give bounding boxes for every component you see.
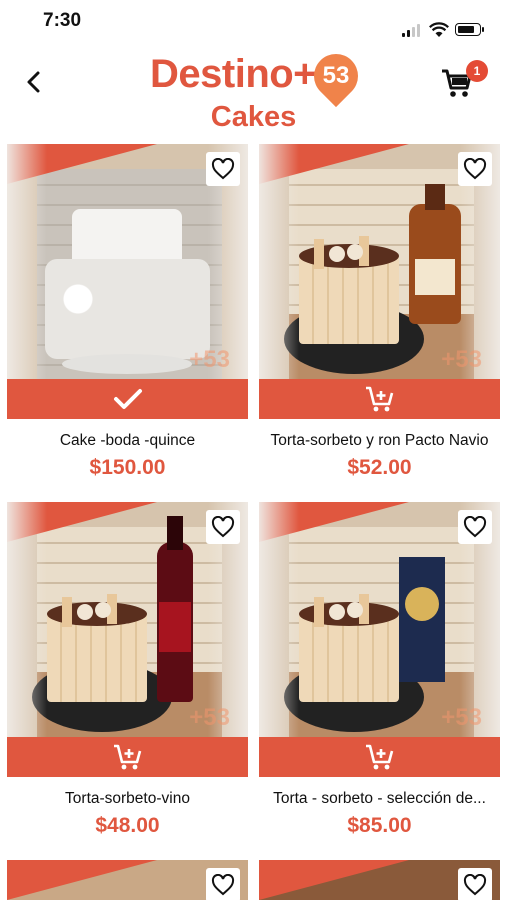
- favorite-heart-button[interactable]: [458, 152, 492, 186]
- category-title: Cakes: [210, 101, 297, 133]
- status-bar: 7:30: [0, 0, 507, 44]
- product-name: Torta-sorbeto-vino: [65, 790, 190, 807]
- heart-icon: [463, 158, 487, 180]
- favorite-heart-button[interactable]: [458, 510, 492, 544]
- check-icon: [113, 389, 142, 409]
- status-time: 7:30: [43, 10, 82, 31]
- add-to-cart-icon: [365, 744, 393, 770]
- product-price: $150.00: [89, 456, 166, 479]
- cellular-signal-icon: [402, 24, 420, 37]
- heart-icon: [211, 158, 235, 180]
- product-price: $48.00: [95, 814, 160, 837]
- product-price: $85.00: [347, 814, 412, 837]
- watermark-logo: +53: [189, 346, 230, 373]
- add-to-cart-icon: [113, 744, 141, 770]
- favorite-heart-button[interactable]: [206, 868, 240, 900]
- product-image[interactable]: +53: [259, 144, 500, 419]
- favorite-heart-button[interactable]: [206, 510, 240, 544]
- product-name: Torta-sorbeto y ron Pacto Navio: [270, 432, 489, 449]
- watermark-logo: +53: [189, 704, 230, 731]
- heart-icon: [211, 516, 235, 538]
- watermark-logo: +53: [441, 704, 482, 731]
- watermark-logo: +53: [441, 346, 482, 373]
- brand-logo: Destino+ 53: [150, 44, 368, 108]
- add-to-cart-button[interactable]: [259, 737, 500, 777]
- heart-icon: [463, 874, 487, 896]
- product-price: $52.00: [347, 456, 412, 479]
- heart-icon: [463, 516, 487, 538]
- product-image[interactable]: [259, 860, 500, 900]
- back-arrow-icon[interactable]: [20, 68, 48, 96]
- in-cart-check-button[interactable]: [7, 379, 248, 419]
- logo-number: 53: [322, 62, 350, 89]
- wifi-icon: [429, 22, 449, 37]
- add-to-cart-icon: [365, 386, 393, 412]
- cart-count-badge: 1: [466, 60, 488, 82]
- product-name: Torta - sorbeto - selección de...: [273, 790, 486, 807]
- add-to-cart-button[interactable]: [7, 737, 248, 777]
- add-to-cart-button[interactable]: [259, 379, 500, 419]
- favorite-heart-button[interactable]: [206, 152, 240, 186]
- product-image[interactable]: [7, 860, 248, 900]
- heart-icon: [211, 874, 235, 896]
- product-image[interactable]: +53: [259, 502, 500, 777]
- battery-icon: [455, 23, 484, 36]
- favorite-heart-button[interactable]: [458, 868, 492, 900]
- product-image[interactable]: +53: [7, 144, 248, 419]
- product-name: Cake -boda -quince: [59, 432, 196, 449]
- product-image[interactable]: +53: [7, 502, 248, 777]
- logo-text: Destino+: [150, 52, 317, 96]
